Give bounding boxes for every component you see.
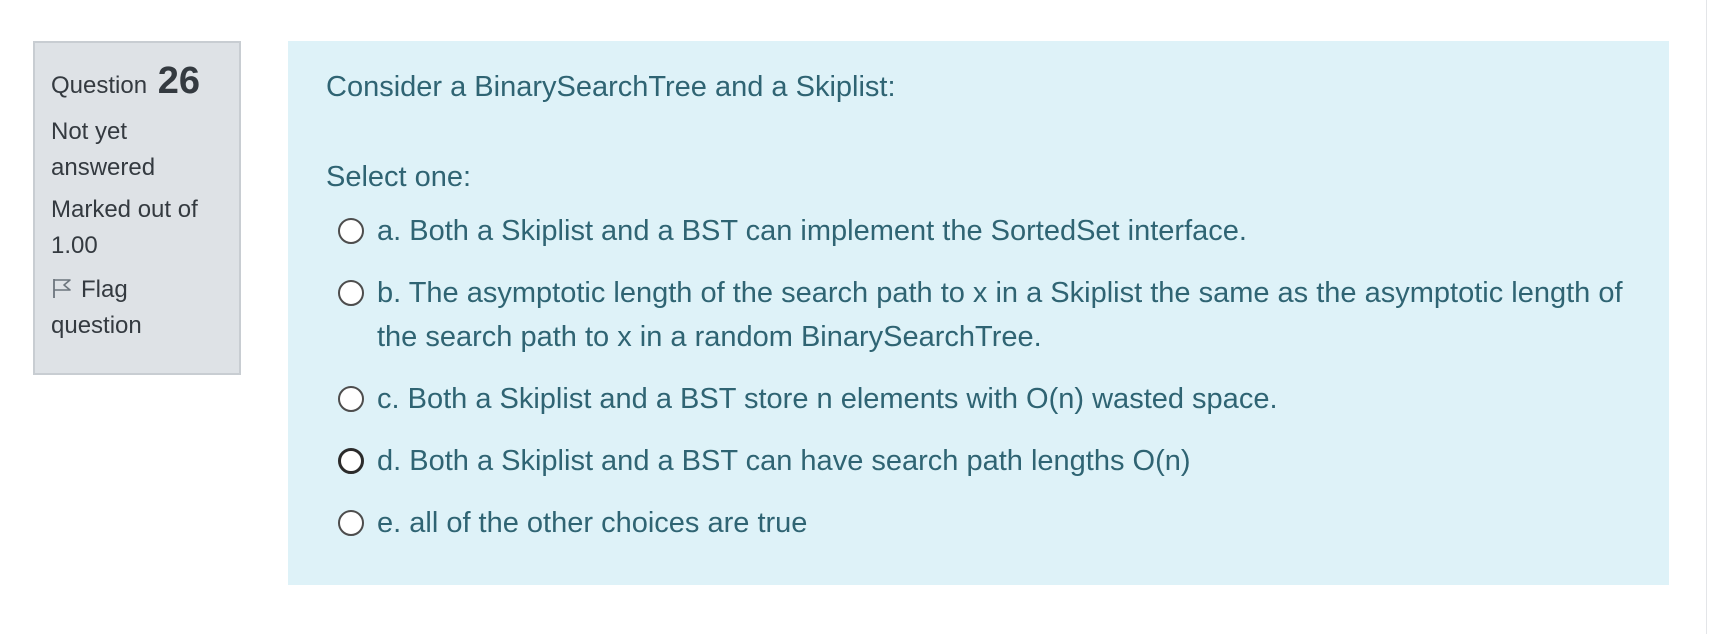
answer-label: c. Both a Skiplist and a BST store n ele…: [377, 383, 1278, 415]
flag-question-button[interactable]: Flag question: [51, 272, 223, 344]
question-label: Question: [51, 72, 148, 99]
answer-label: a. Both a Skiplist and a BST can impleme…: [377, 215, 1247, 247]
radio-button-icon[interactable]: [338, 386, 364, 412]
answer-option-a[interactable]: a. Both a Skiplist and a BST can impleme…: [338, 209, 1658, 253]
question-number: 26: [157, 60, 201, 102]
radio-button-icon[interactable]: [338, 510, 364, 536]
answer-option-e[interactable]: e. all of the other choices are true: [338, 501, 1658, 545]
answer-label: b. The asymptotic length of the search p…: [377, 277, 1623, 353]
answer-label: d. Both a Skiplist and a BST can have se…: [377, 445, 1191, 477]
answer-prompt: Select one:: [326, 161, 472, 193]
answer-list: a. Both a Skiplist and a BST can impleme…: [338, 209, 1658, 563]
page-edge-divider: [1706, 0, 1707, 634]
answer-label: e. all of the other choices are true: [377, 507, 808, 539]
answer-option-c[interactable]: c. Both a Skiplist and a BST store n ele…: [338, 377, 1658, 421]
radio-button-icon[interactable]: [338, 218, 364, 244]
answer-option-d[interactable]: d. Both a Skiplist and a BST can have se…: [338, 439, 1658, 483]
question-state: Not yet answered: [51, 118, 156, 182]
question-info-panel: Question 26 Not yet answered Marked out …: [33, 41, 241, 375]
question-title: Question 26: [51, 57, 223, 106]
answer-option-b[interactable]: b. The asymptotic length of the search p…: [338, 271, 1658, 359]
flag-icon: [51, 274, 73, 299]
question-text: Consider a BinarySearchTree and a Skipli…: [326, 71, 896, 103]
radio-button-icon[interactable]: [338, 448, 364, 474]
radio-button-icon[interactable]: [338, 280, 364, 306]
question-grade: Marked out of 1.00: [51, 196, 198, 260]
question-content-panel: Consider a BinarySearchTree and a Skipli…: [288, 41, 1669, 585]
